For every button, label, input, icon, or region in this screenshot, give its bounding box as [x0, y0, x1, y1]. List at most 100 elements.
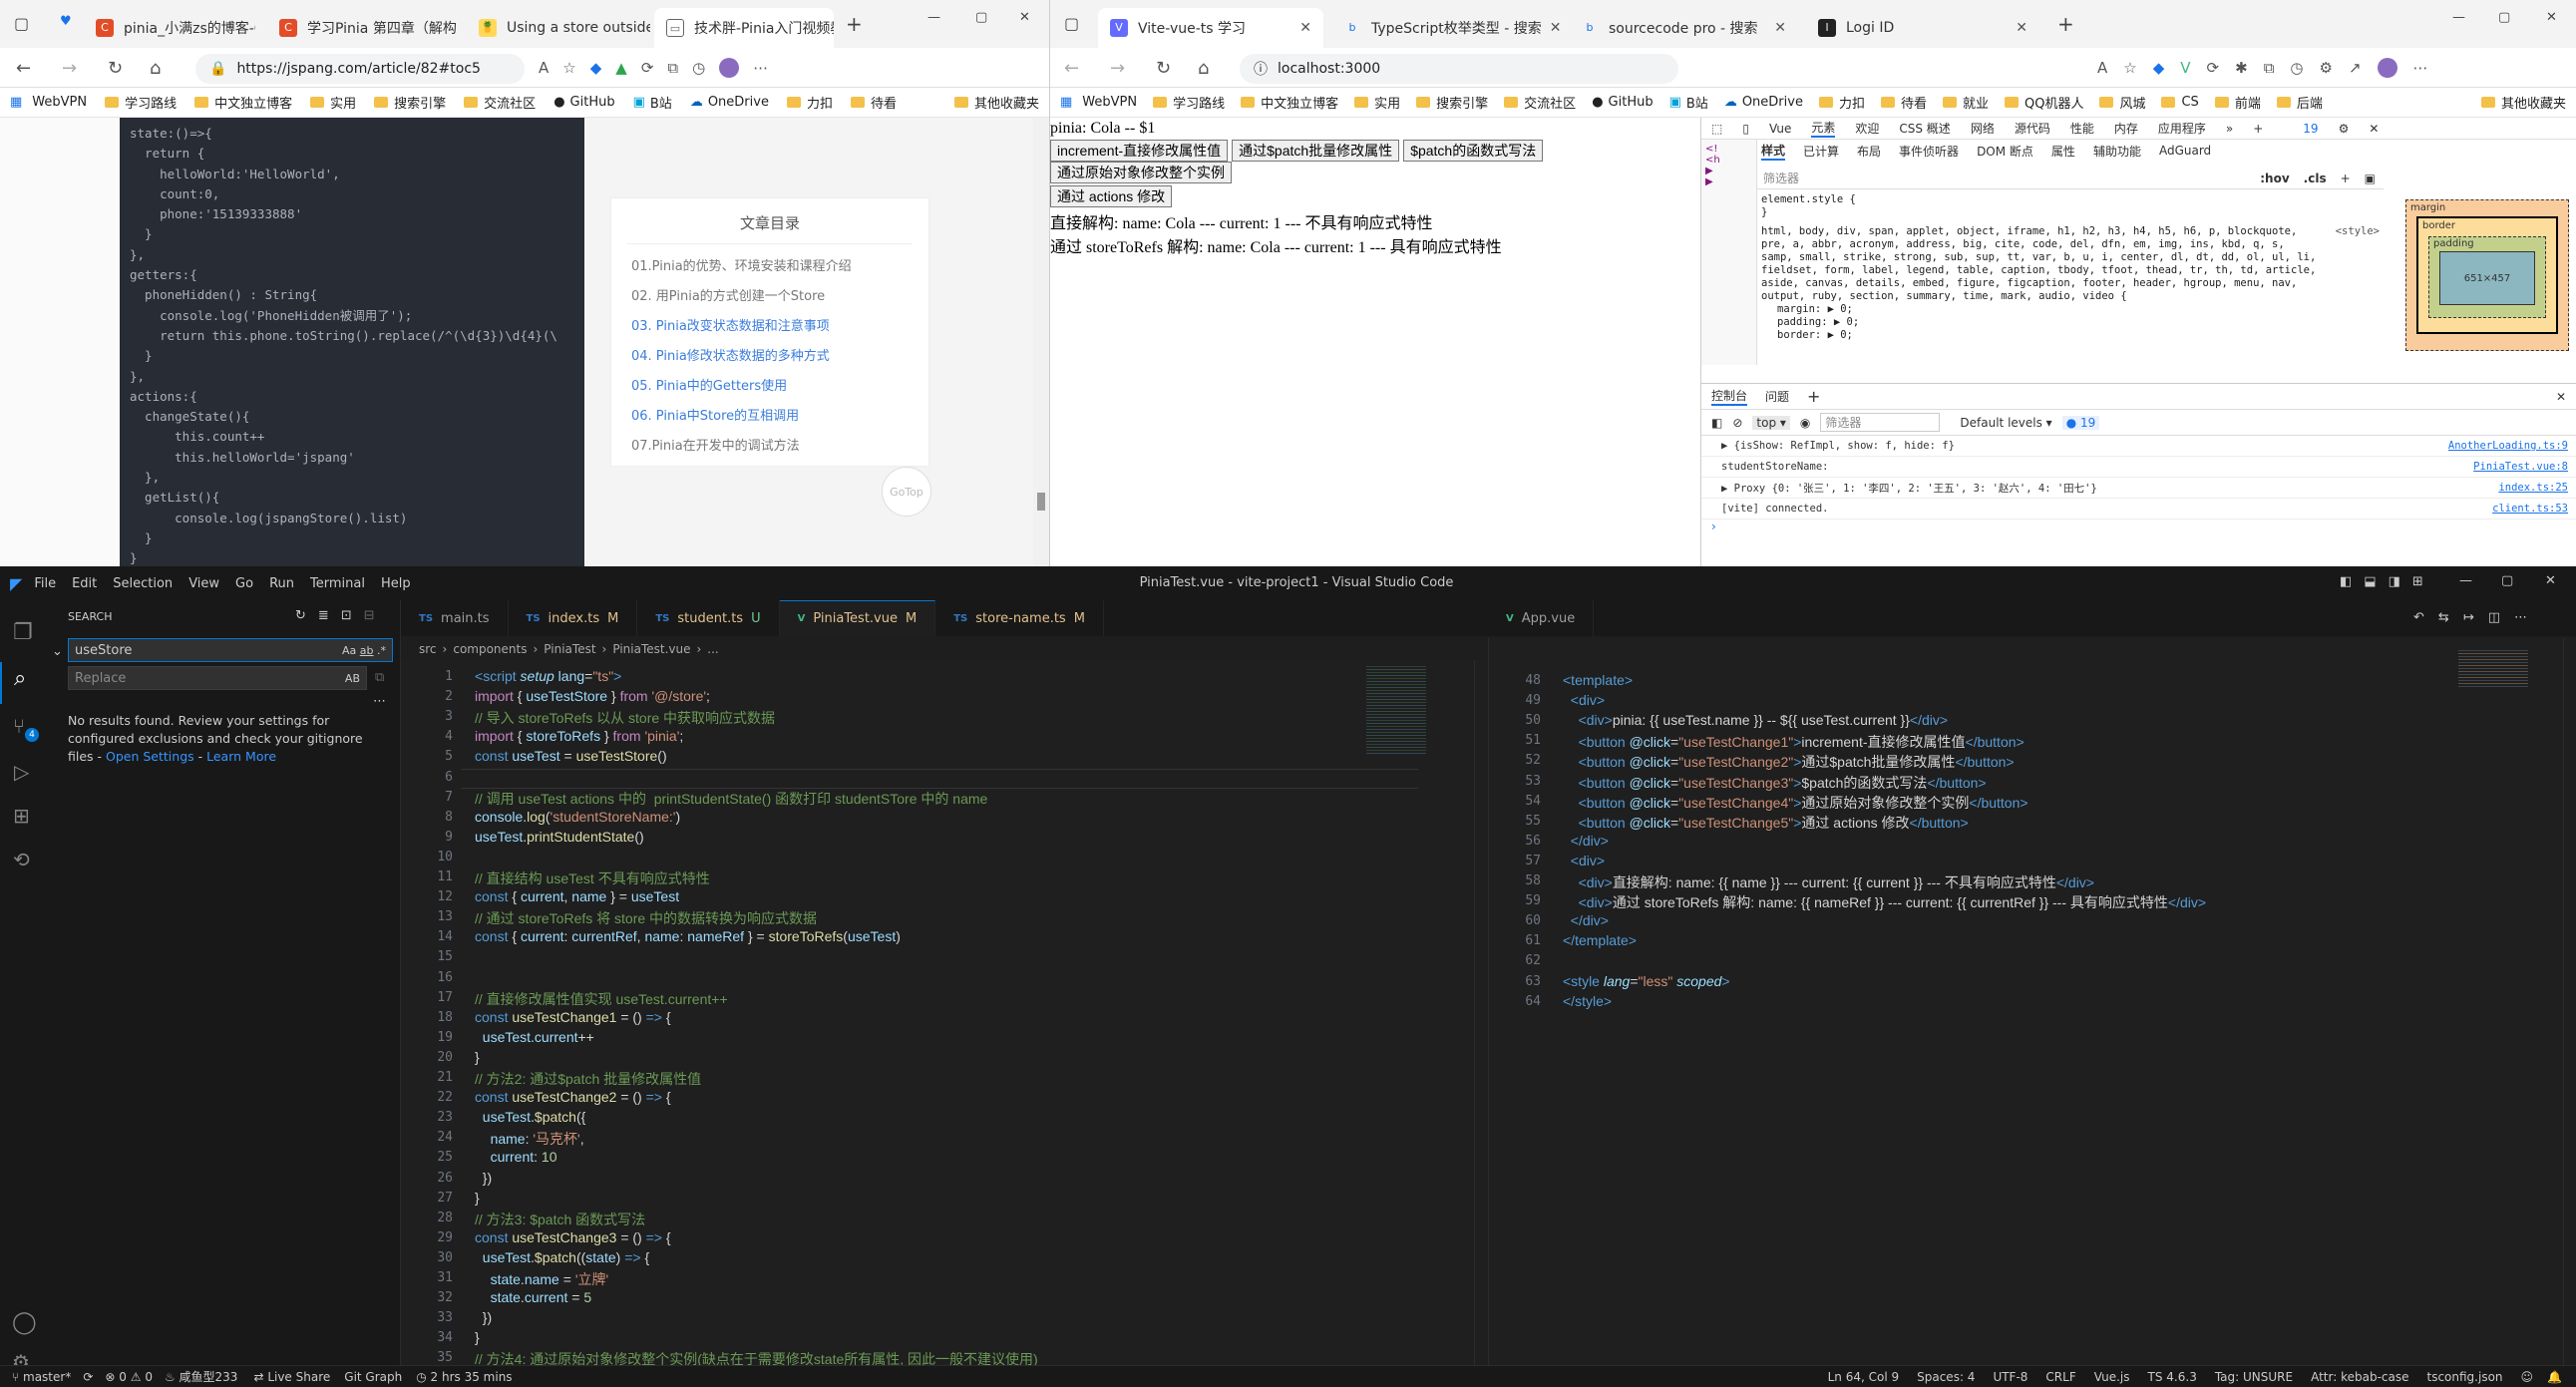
right-scrollbar[interactable] — [2563, 638, 2576, 1365]
add-panel-icon[interactable]: + — [1807, 387, 1820, 406]
toggle-details-icon[interactable]: ⋯ — [373, 694, 386, 709]
language-item[interactable]: Vue.js — [2094, 1370, 2130, 1384]
levels-select[interactable]: Default levels ▾ — [1960, 416, 2051, 430]
clear-console-icon[interactable]: ⊘ — [1732, 416, 1742, 430]
bookmark[interactable]: 力扣 — [1818, 93, 1865, 112]
code-line[interactable]: // 方法2: 通过$patch 批量修改属性值 — [475, 1069, 701, 1089]
code-line[interactable]: <button @click="useTestChange1">incremen… — [1563, 732, 2024, 752]
forward-icon[interactable]: → — [1110, 58, 1125, 79]
refresh-icon[interactable]: ↻ — [295, 608, 306, 623]
fish-item[interactable]: ♨ 咸鱼型233 — [165, 1368, 237, 1385]
search-icon[interactable]: ⌕ — [0, 662, 50, 704]
breadcrumb-item[interactable]: components — [453, 642, 527, 656]
increment-button[interactable]: increment-直接修改属性值 — [1050, 140, 1229, 162]
close-drawer-icon[interactable]: ✕ — [2556, 390, 2566, 404]
tab-favicon-blue-icon[interactable]: ♥ — [60, 14, 72, 29]
issues-badge[interactable]: ● 19 — [2061, 415, 2100, 430]
ts-version-item[interactable]: TS 4.6.3 — [2148, 1370, 2197, 1384]
bookmark-other[interactable]: 其他收藏夹 — [953, 93, 1039, 112]
favorite-icon[interactable]: ☆ — [562, 59, 575, 77]
more-icon[interactable]: ⋯ — [2413, 59, 2428, 77]
extensions-icon[interactable]: ⊞ — [13, 804, 30, 828]
hov-button[interactable]: :hov — [2260, 172, 2289, 185]
code-line[interactable]: </div> — [1563, 912, 1609, 928]
code-line[interactable]: useTest.current++ — [475, 1029, 594, 1045]
console-source-link[interactable]: client.ts:53 — [2492, 503, 2568, 515]
toc-item[interactable]: 02. 用Pinia的方式创建一个Store — [631, 282, 909, 312]
vue-devtools-icon[interactable]: V — [2180, 59, 2190, 77]
back-icon[interactable]: ← — [16, 58, 31, 79]
tab-csdn-1[interactable]: Cpinia_小满zs的博客-CS✕ — [84, 8, 255, 48]
code-line[interactable]: } — [475, 1049, 480, 1065]
code-line[interactable]: <button @click="useTestChange4">通过原始对象修改… — [1563, 793, 2028, 813]
bookmark[interactable]: 就业 — [1942, 93, 1989, 112]
tab-jspang[interactable]: ▭技术胖-Pinia入门视频教✕ — [654, 8, 834, 48]
sidebar-toggle-icon[interactable]: ◧ — [1711, 416, 1722, 430]
code-line[interactable]: </div> — [1563, 833, 1609, 849]
close-window-icon[interactable]: ✕ — [2545, 573, 2556, 588]
tab-issues[interactable]: 问题 — [1765, 388, 1789, 405]
toc-item[interactable]: 03. Pinia改变状态数据和注意事项 — [631, 312, 909, 342]
new-tab-icon[interactable]: + — [2057, 12, 2074, 36]
styles-subtab[interactable]: DOM 断点 — [1977, 143, 2033, 160]
code-line[interactable]: import { storeToRefs } from 'pinia'; — [475, 728, 683, 744]
eye-icon[interactable]: ◉ — [1800, 416, 1810, 430]
collections-icon[interactable]: ⧉ — [2264, 59, 2275, 77]
code-line[interactable]: // 方法3: $patch 函数式写法 — [475, 1210, 645, 1229]
menu-item[interactable]: Run — [269, 576, 294, 591]
css-property[interactable]: padding: ▶ 0; — [1777, 316, 2380, 329]
bookmark[interactable]: ▣ B站 — [633, 93, 672, 112]
bookmark[interactable]: 实用 — [1354, 93, 1400, 112]
apps-icon[interactable]: ▦ — [1060, 95, 1072, 110]
code-line[interactable]: const useTestChange2 = () => { — [475, 1089, 671, 1105]
clear-results-icon[interactable]: ≣ — [318, 608, 329, 623]
console-filter-input[interactable]: 筛选器 — [1820, 413, 1941, 432]
toggle-panel-icon[interactable]: ⬓ — [2364, 574, 2376, 589]
code-line[interactable]: const useTestChange1 = () => { — [475, 1009, 671, 1025]
new-tab-icon[interactable]: + — [846, 12, 863, 36]
bookmark[interactable]: 待看 — [1880, 93, 1927, 112]
bookmark[interactable]: 交流社区 — [1504, 93, 1576, 112]
editor-tab[interactable]: TS student.ts U — [637, 600, 780, 636]
bookmark[interactable]: ☁ OneDrive — [690, 95, 769, 110]
code-line[interactable]: current: 10 — [475, 1149, 557, 1165]
maximize-icon[interactable]: ▢ — [975, 10, 987, 25]
code-line[interactable]: useTest.$patch((state) => { — [475, 1249, 649, 1265]
styles-filter-input[interactable]: 筛选器 — [1763, 170, 1799, 186]
notifications-icon[interactable]: 🔔 — [2547, 1370, 2562, 1384]
indent-item[interactable]: Spaces: 4 — [1917, 1370, 1975, 1384]
code-line[interactable]: <button @click="useTestChange5">通过 actio… — [1563, 813, 1969, 833]
console-source-link[interactable]: PiniaTest.vue:8 — [2473, 461, 2568, 473]
ext-blue-icon[interactable]: ◆ — [2153, 59, 2165, 77]
close-devtools-icon[interactable]: ✕ — [2369, 122, 2379, 136]
customize-layout-icon[interactable]: ⊞ — [2412, 574, 2423, 589]
tab-logi[interactable]: l Logi ID ✕ — [1806, 8, 2039, 48]
code-line[interactable]: } — [475, 1190, 480, 1206]
code-line[interactable]: useTest.$patch({ — [475, 1109, 586, 1125]
split-editor-icon[interactable]: ◫ — [2488, 610, 2500, 625]
breadcrumb-item[interactable]: PiniaTest — [544, 642, 595, 656]
code-line[interactable]: state.current = 5 — [475, 1289, 592, 1305]
favorite-icon[interactable]: ☆ — [2123, 59, 2136, 77]
console-source-link[interactable]: AnotherLoading.ts:9 — [2448, 440, 2568, 452]
code-line[interactable]: <div>pinia: {{ useTest.name }} -- ${{ us… — [1563, 712, 1948, 728]
close-icon[interactable]: ✕ — [457, 20, 463, 36]
settings-icon[interactable]: ⚙ — [2339, 122, 2350, 136]
ext-refresh-icon[interactable]: ⟳ — [2207, 59, 2220, 77]
bookmark[interactable]: 学习路线 — [1153, 93, 1225, 112]
go-icon[interactable]: ↦ — [2463, 610, 2474, 625]
maximize-icon[interactable]: ▢ — [2501, 573, 2513, 588]
devtools-tab[interactable]: 欢迎 — [1855, 120, 1879, 137]
bookmark[interactable]: ☁ OneDrive — [1724, 95, 1803, 110]
code-line[interactable]: // 调用 useTest actions 中的 printStudentSta… — [475, 789, 987, 809]
bookmark[interactable]: ● GitHub — [1592, 95, 1653, 110]
search-options[interactable]: Aa ab .* — [342, 644, 386, 657]
styles-subtab[interactable]: 辅助功能 — [2093, 143, 2141, 160]
ext-blue-icon[interactable]: ◆ — [590, 59, 602, 77]
close-icon[interactable]: ✕ — [1766, 20, 1786, 36]
code-line[interactable]: const { current, name } = useTest — [475, 888, 679, 904]
minimize-icon[interactable]: — — [2452, 10, 2465, 25]
tab-bing-font[interactable]: b sourcecode pro - 搜索 ✕ — [1569, 8, 1798, 48]
home-icon[interactable]: ⌂ — [1198, 58, 1209, 79]
editor-tab[interactable]: V App.vue — [1488, 600, 1595, 636]
